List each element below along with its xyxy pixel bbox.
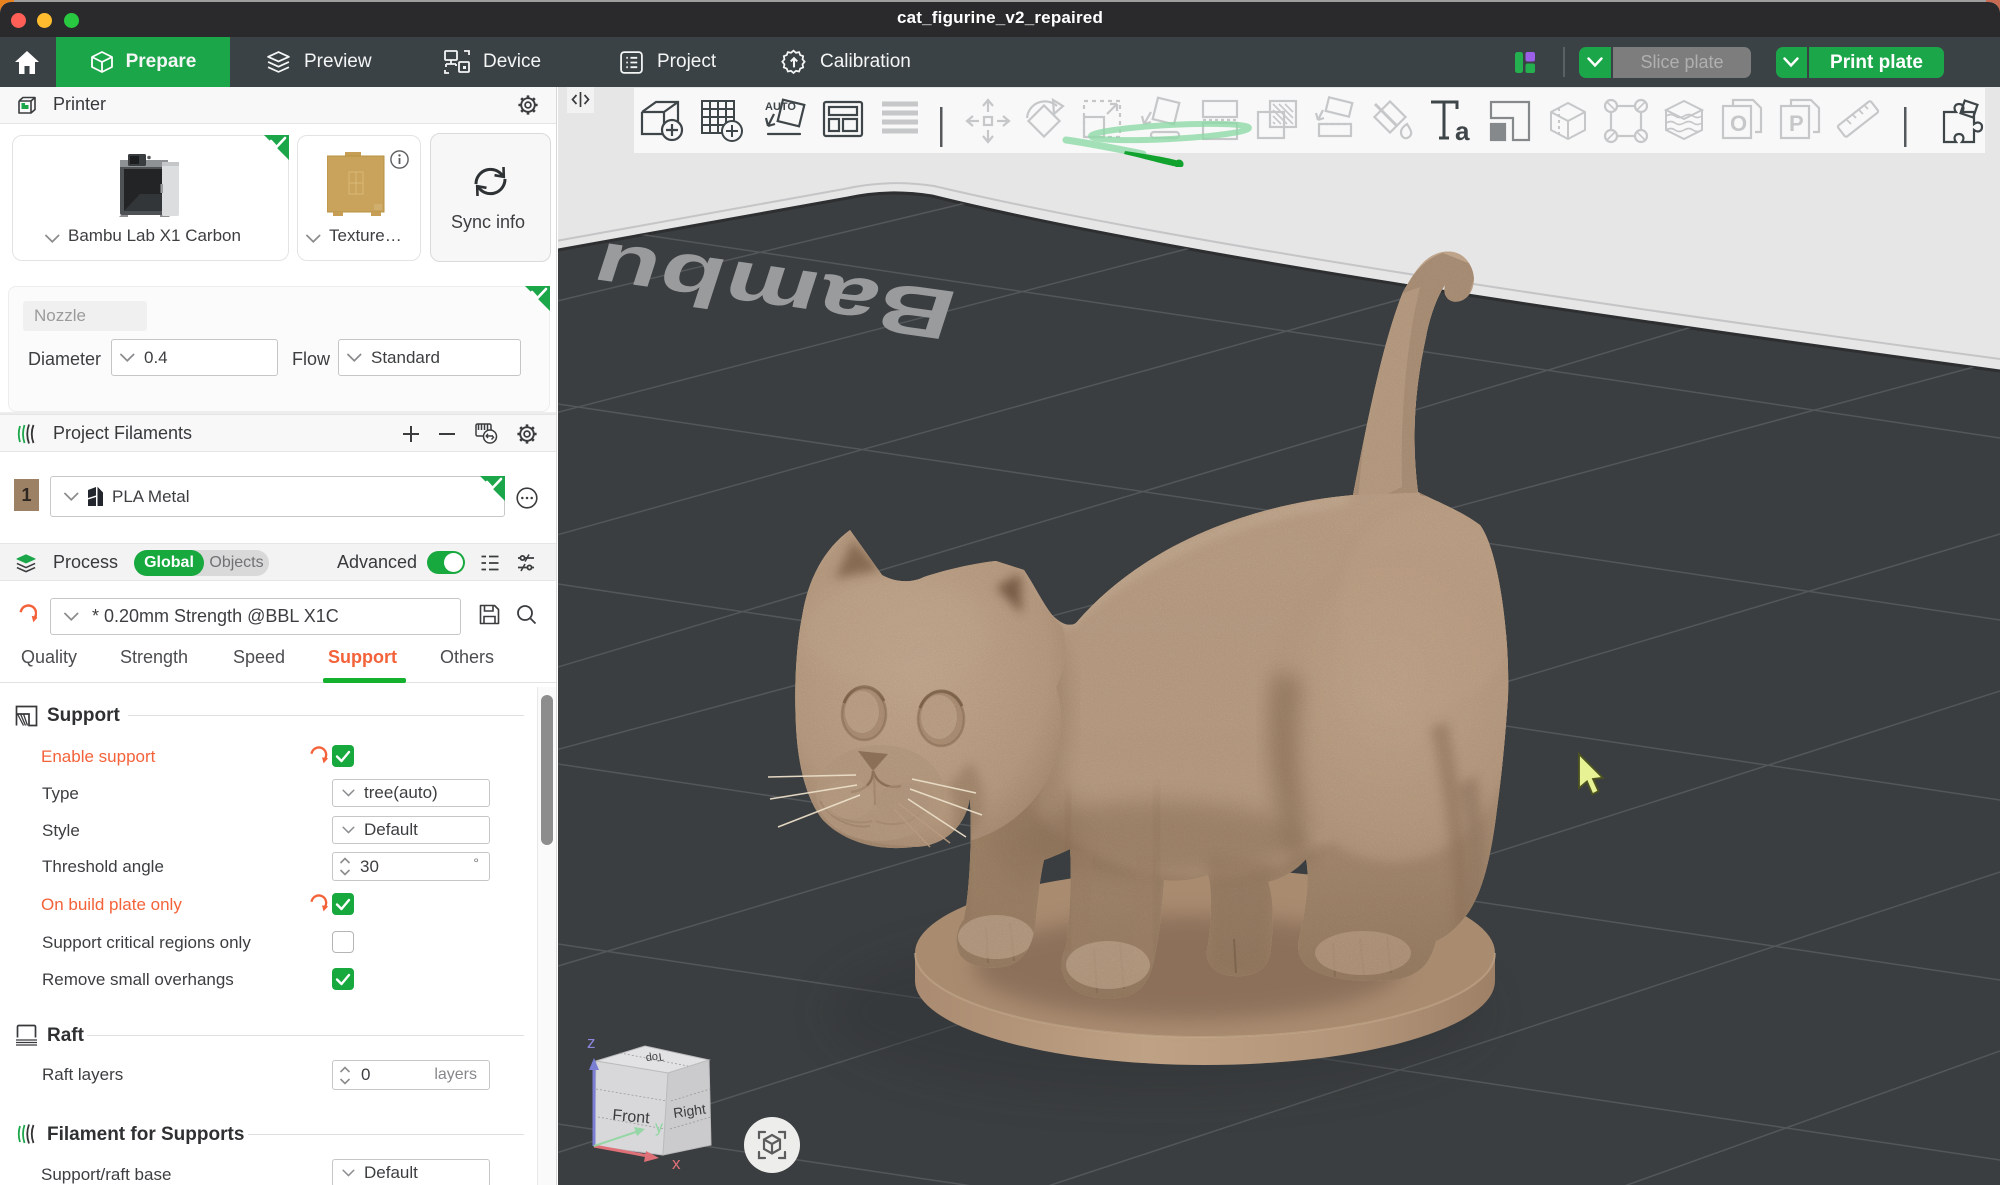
svg-text:z: z xyxy=(587,1033,596,1052)
svg-text:x: x xyxy=(672,1154,681,1173)
svg-text:a: a xyxy=(1455,116,1470,146)
svg-text:Front: Front xyxy=(612,1107,651,1127)
svg-text:Top: Top xyxy=(645,1050,664,1064)
svg-text:y: y xyxy=(655,1119,663,1136)
svg-text:O: O xyxy=(1730,111,1747,136)
svg-text:P: P xyxy=(1789,111,1804,136)
